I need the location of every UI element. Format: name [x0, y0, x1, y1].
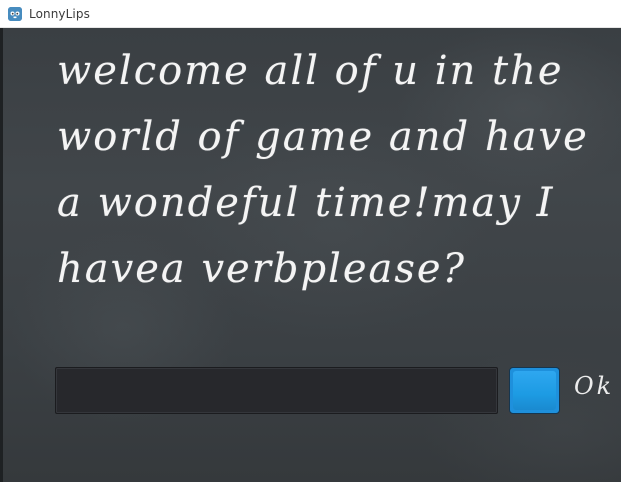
ok-button-face: [513, 371, 556, 410]
ok-label: Ok: [574, 372, 615, 400]
ok-button[interactable]: [509, 367, 560, 414]
word-input[interactable]: [55, 367, 498, 414]
window-title: LonnyLips: [29, 6, 90, 21]
story-prompt-text: welcome all of u in the world of game an…: [57, 48, 604, 292]
godot-icon: [8, 6, 22, 21]
app-window: LonnyLips welcome all of u in the world …: [0, 0, 621, 482]
title-bar[interactable]: LonnyLips: [0, 0, 621, 28]
